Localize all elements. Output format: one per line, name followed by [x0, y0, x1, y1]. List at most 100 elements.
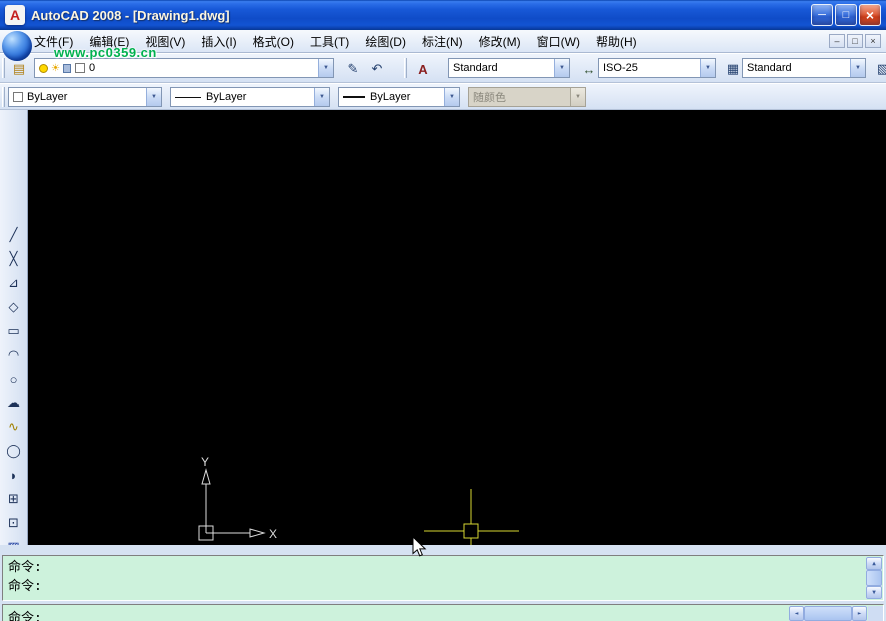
minimize-icon: ─	[818, 9, 826, 21]
draw-tool-rectangle-button[interactable]: ▭	[2, 320, 25, 342]
chevron-down-icon: ▼	[323, 65, 329, 71]
layer-combo-dropdown[interactable]: ▼	[318, 59, 333, 77]
autocad-app-icon[interactable]: A	[5, 5, 25, 25]
polyline-icon: ⊿	[8, 275, 19, 291]
layer-on-icon	[39, 64, 48, 73]
command-history[interactable]: 命令: 命令: ▲ ▼	[2, 555, 884, 601]
scrollbar-corner	[868, 606, 883, 621]
scroll-down-button[interactable]: ▼	[866, 586, 882, 599]
autocad-logo-letter: A	[10, 7, 20, 23]
revision-cloud-icon: ☁	[7, 395, 20, 411]
text-style-icon: A	[418, 62, 427, 77]
plot-style-value: 随颜色	[473, 89, 570, 105]
lineweight-dropdown[interactable]: ▼	[444, 88, 459, 106]
scroll-right-button[interactable]: ►	[852, 606, 867, 621]
toolbar-grip[interactable]	[2, 87, 5, 107]
lineweight-value: ByLayer	[370, 91, 444, 103]
draw-tool-insert-block-button[interactable]: ⊞	[2, 488, 25, 510]
layer-combo[interactable]: ☀ 0 ▼	[34, 58, 334, 78]
make-object-layer-current-button[interactable]: ✎	[342, 58, 364, 80]
menu-modify[interactable]: 修改(M)	[471, 30, 529, 53]
dim-style-dropdown[interactable]: ▼	[700, 59, 715, 77]
linetype-dropdown[interactable]: ▼	[314, 88, 329, 106]
table-style-combo[interactable]: Standard ▼	[742, 58, 866, 78]
layer-freeze-icon: ☀	[51, 63, 60, 74]
ucs-x-label: X	[269, 527, 277, 541]
chevron-down-icon: ▼	[855, 65, 861, 71]
current-color-swatch	[13, 92, 23, 102]
canvas-overlay: Y X	[28, 110, 886, 545]
text-style-dropdown[interactable]: ▼	[554, 59, 569, 77]
lineweight-control-combo[interactable]: ByLayer ▼	[338, 87, 460, 107]
scroll-right-icon: ►	[858, 610, 862, 617]
mouse-pointer-icon	[412, 536, 428, 560]
draw-tool-construction-line-button[interactable]: ╳	[2, 248, 25, 270]
title-bar: A AutoCAD 2008 - [Drawing1.dwg] ─ □ ×	[0, 0, 886, 30]
hscroll-thumb[interactable]	[804, 606, 852, 621]
menu-insert[interactable]: 插入(I)	[193, 30, 244, 53]
layer-properties-button[interactable]: ▤	[8, 58, 30, 80]
text-style-button[interactable]: A	[412, 58, 434, 80]
table-style-button[interactable]: ▦	[722, 58, 744, 80]
layer-manager-icon: ▤	[13, 61, 25, 77]
command-prompt[interactable]: 命令: ◄ ►	[2, 604, 884, 621]
command-vscrollbar[interactable]: ▲ ▼	[866, 557, 882, 599]
chevron-down-icon: ▼	[559, 65, 565, 71]
draw-tool-circle-button[interactable]: ○	[2, 368, 25, 390]
mdi-close-button[interactable]: ×	[865, 34, 881, 48]
mdi-minimize-button[interactable]: –	[829, 34, 845, 48]
command-hscrollbar[interactable]: ◄ ►	[789, 606, 867, 621]
scroll-up-button[interactable]: ▲	[866, 557, 882, 570]
line-icon: ╱	[10, 227, 18, 243]
scroll-left-button[interactable]: ◄	[789, 606, 804, 621]
draw-tool-revision-cloud-button[interactable]: ☁	[2, 392, 25, 414]
draw-tool-polyline-button[interactable]: ⊿	[2, 272, 25, 294]
text-style-combo[interactable]: Standard ▼	[448, 58, 570, 78]
color-value: ByLayer	[27, 91, 146, 103]
layer-lock-icon	[63, 64, 71, 73]
scroll-left-icon: ◄	[795, 610, 799, 617]
polygon-icon: ◇	[9, 299, 19, 315]
rectangle-icon: ▭	[7, 323, 19, 339]
layer-previous-icon: ↶	[372, 61, 383, 77]
mdi-restore-button[interactable]: □	[847, 34, 863, 48]
minimize-button[interactable]: ─	[811, 4, 833, 26]
autocad-window: A AutoCAD 2008 - [Drawing1.dwg] ─ □ × 文件…	[0, 0, 886, 621]
draw-tool-ellipse-button[interactable]: ◯	[2, 440, 25, 462]
color-dropdown[interactable]: ▼	[146, 88, 161, 106]
draw-tool-line-button[interactable]: ╱	[2, 224, 25, 246]
circle-icon: ○	[10, 372, 18, 387]
menu-help[interactable]: 帮助(H)	[588, 30, 645, 53]
dim-style-button[interactable]: ↔	[578, 58, 600, 80]
arc-icon: ◠	[8, 347, 19, 363]
layer-previous-button[interactable]: ↶	[366, 58, 388, 80]
linetype-control-combo[interactable]: ByLayer ▼	[170, 87, 330, 107]
draw-tool-make-block-button[interactable]: ⊡	[2, 512, 25, 534]
toolbar-grip[interactable]	[404, 58, 407, 78]
color-control-combo[interactable]: ByLayer ▼	[8, 87, 162, 107]
drawing-canvas[interactable]: Y X	[28, 110, 886, 545]
close-button[interactable]: ×	[859, 4, 881, 26]
crosshair-cursor	[424, 489, 519, 545]
ucs-icon	[199, 470, 264, 540]
chevron-down-icon: ▼	[705, 65, 711, 71]
draw-tool-spline-button[interactable]: ∿	[2, 416, 25, 438]
maximize-icon: □	[843, 9, 850, 21]
draw-tool-polygon-button[interactable]: ◇	[2, 296, 25, 318]
dim-style-combo[interactable]: ISO-25 ▼	[598, 58, 716, 78]
command-history-line: 命令:	[8, 558, 878, 577]
construction-line-icon: ╳	[10, 251, 18, 267]
maximize-button[interactable]: □	[835, 4, 857, 26]
partial-toolbar-button[interactable]: ▧	[872, 58, 886, 80]
table-style-dropdown[interactable]: ▼	[850, 59, 865, 77]
menu-tools[interactable]: 工具(T)	[302, 30, 357, 53]
draw-tool-ellipse-arc-button[interactable]: ◗	[2, 464, 25, 486]
plot-style-dropdown: ▼	[570, 88, 585, 106]
menu-draw[interactable]: 绘图(D)	[357, 30, 414, 53]
chevron-down-icon: ▼	[319, 94, 325, 100]
menu-window[interactable]: 窗口(W)	[529, 30, 588, 53]
draw-tool-arc-button[interactable]: ◠	[2, 344, 25, 366]
menu-format[interactable]: 格式(O)	[245, 30, 302, 53]
menu-dimension[interactable]: 标注(N)	[414, 30, 471, 53]
toolbar-grip[interactable]	[2, 58, 5, 78]
